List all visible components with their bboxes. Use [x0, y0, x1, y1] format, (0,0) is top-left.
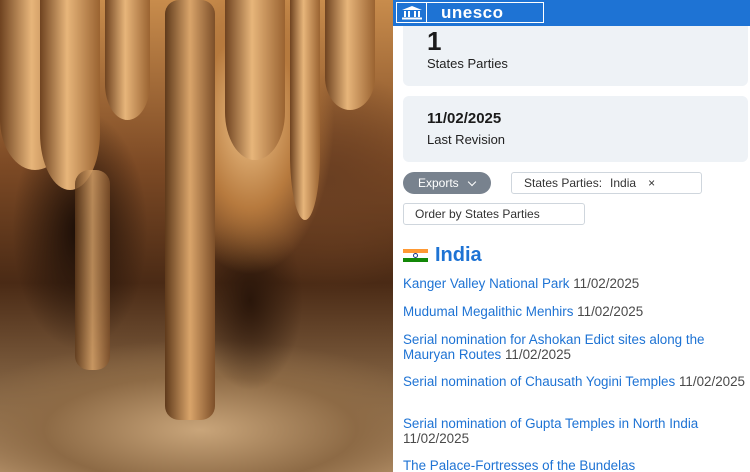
stat-value: 1 [427, 26, 442, 56]
site-link[interactable]: Mudumal Megalithic Menhirs [403, 304, 573, 319]
stat-value: 11/02/2025 [427, 110, 502, 127]
stalagmite-column [165, 0, 215, 420]
stalactite [225, 0, 285, 160]
rock-pillar [75, 170, 110, 370]
site-link[interactable]: Serial nomination of Gupta Temples in No… [403, 416, 698, 431]
stat-card-last-revision: 11/02/2025 Last Revision [403, 96, 748, 162]
site-date: 11/02/2025 [504, 347, 572, 362]
list-item: Mudumal Megalithic Menhirs 11/02/2025 [403, 304, 748, 319]
list-item: Serial nomination of Gupta Temples in No… [403, 416, 748, 446]
filter-label: States Parties: [524, 176, 603, 190]
list-item: The Palace-Fortresses of the Bundelas [403, 458, 748, 472]
stat-label: States Parties [427, 56, 508, 71]
filter-value: India [610, 176, 637, 190]
order-label: Order by States Parties [415, 207, 540, 221]
list-item: Kanger Valley National Park 11/02/2025 [403, 276, 748, 291]
stalactite [325, 0, 375, 110]
site-date: 11/02/2025 [577, 304, 644, 319]
stat-card-states-parties: 1 States Parties [403, 26, 748, 86]
country-name: India [435, 244, 482, 266]
exports-button[interactable]: Exports [403, 172, 491, 194]
temple-icon [397, 3, 427, 22]
top-bar: unesco [393, 0, 750, 26]
stalactite [105, 0, 150, 120]
site-date: 11/02/2025 [573, 276, 640, 291]
logo-text: unesco [441, 2, 504, 22]
unesco-panel: unesco 1 States Parties 11/02/2025 Last … [393, 0, 750, 472]
list-item: Serial nomination for Ashokan Edict site… [403, 332, 748, 362]
site-date: 11/02/2025 [403, 431, 470, 446]
site-link[interactable]: Serial nomination of Chausath Yogini Tem… [403, 374, 675, 389]
exports-label: Exports [418, 176, 459, 190]
india-flag-icon [403, 249, 428, 262]
site-link[interactable]: The Palace-Fortresses of the Bundelas [403, 458, 635, 472]
site-date: 11/02/2025 [678, 374, 745, 389]
stalactite [290, 0, 320, 220]
close-icon[interactable]: × [648, 176, 655, 190]
stat-label: Last Revision [427, 132, 506, 147]
list-item: Serial nomination of Chausath Yogini Tem… [403, 374, 748, 389]
chevron-down-icon [467, 177, 476, 186]
unesco-logo[interactable]: unesco [396, 2, 544, 23]
stalactite [40, 0, 100, 190]
cave-photo [0, 0, 393, 472]
order-by-button[interactable]: Order by States Parties [403, 203, 585, 225]
site-link[interactable]: Kanger Valley National Park [403, 276, 569, 291]
filter-chip-states-parties[interactable]: States Parties: India × [511, 172, 702, 194]
country-heading: India [403, 244, 482, 267]
